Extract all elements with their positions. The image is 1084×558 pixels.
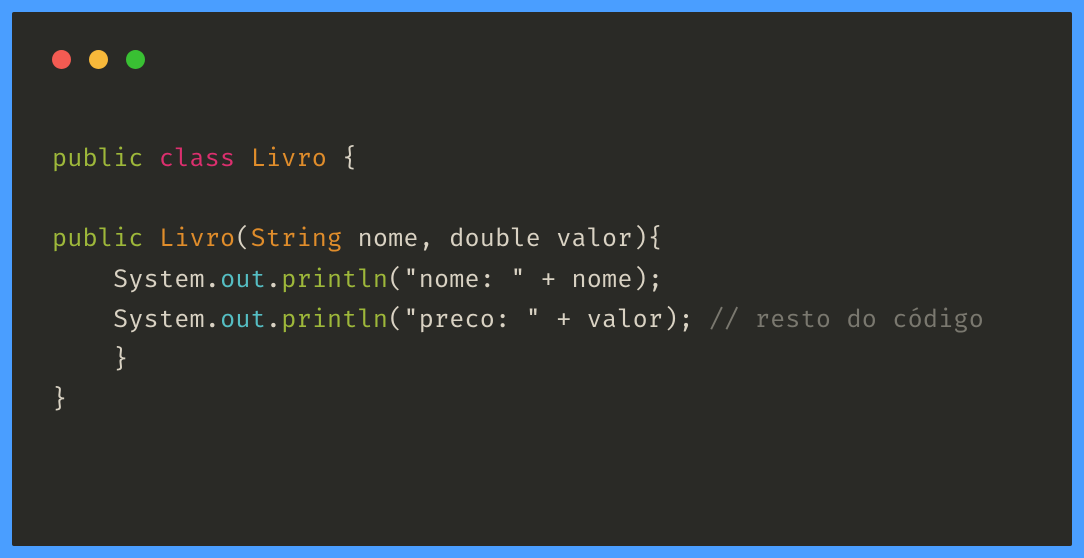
comma: , bbox=[419, 223, 434, 254]
param-nome: nome bbox=[358, 223, 419, 254]
semicolon: ; bbox=[648, 264, 663, 295]
paren-open: ( bbox=[235, 223, 250, 254]
out-field: out bbox=[220, 304, 266, 335]
var-nome: nome bbox=[571, 264, 632, 295]
indent bbox=[52, 344, 113, 375]
paren-close: ) bbox=[633, 264, 648, 295]
dot: . bbox=[266, 264, 281, 295]
class-name: Livro bbox=[251, 143, 327, 174]
keyword-class: class bbox=[159, 143, 235, 174]
comment: // resto do código bbox=[694, 304, 984, 335]
paren-close: ) bbox=[663, 304, 678, 335]
indent bbox=[52, 304, 113, 335]
var-valor: valor bbox=[587, 304, 663, 335]
println-method: println bbox=[281, 304, 388, 335]
println-method: println bbox=[281, 264, 388, 295]
out-field: out bbox=[220, 264, 266, 295]
code-window: public class Livro { public Livro(String… bbox=[12, 12, 1072, 546]
system-obj: System bbox=[113, 264, 205, 295]
brace-open: { bbox=[648, 223, 663, 254]
brace-open: { bbox=[342, 143, 357, 174]
brace-close: } bbox=[52, 384, 67, 415]
type-double: double bbox=[449, 223, 541, 254]
plus-op: + bbox=[541, 304, 587, 335]
close-icon[interactable] bbox=[52, 50, 71, 69]
plus-op: + bbox=[526, 264, 572, 295]
dot: . bbox=[205, 304, 220, 335]
string-literal: "nome: " bbox=[403, 264, 525, 295]
keyword-public: public bbox=[52, 143, 144, 174]
indent bbox=[52, 264, 113, 295]
param-valor: valor bbox=[556, 223, 632, 254]
type-string: String bbox=[251, 223, 343, 254]
minimize-icon[interactable] bbox=[89, 50, 108, 69]
paren-close: ) bbox=[633, 223, 648, 254]
string-literal: "preco: " bbox=[403, 304, 541, 335]
constructor-name: Livro bbox=[159, 223, 235, 254]
system-obj: System bbox=[113, 304, 205, 335]
traffic-lights bbox=[52, 50, 1032, 69]
keyword-public: public bbox=[52, 223, 144, 254]
semicolon: ; bbox=[678, 304, 693, 335]
dot: . bbox=[266, 304, 281, 335]
code-block: public class Livro { public Livro(String… bbox=[52, 139, 1032, 420]
brace-close: } bbox=[113, 344, 128, 375]
maximize-icon[interactable] bbox=[126, 50, 145, 69]
dot: . bbox=[205, 264, 220, 295]
paren-open: ( bbox=[388, 264, 403, 295]
paren-open: ( bbox=[388, 304, 403, 335]
